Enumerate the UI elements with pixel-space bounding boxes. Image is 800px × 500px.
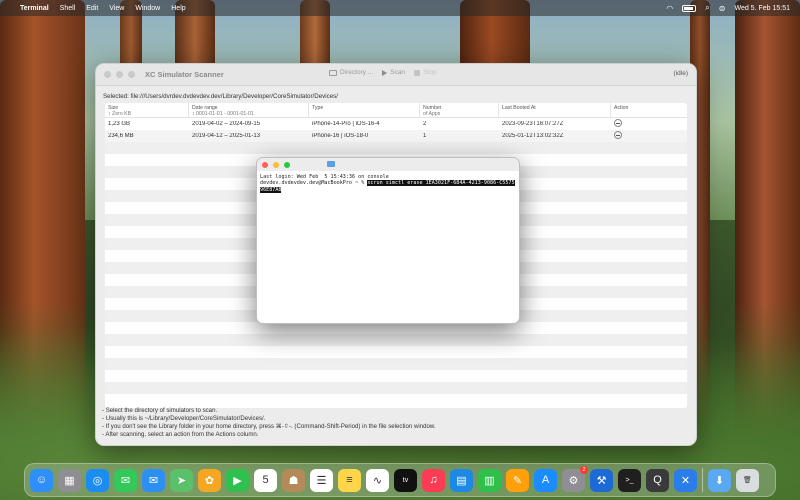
launchpad-icon[interactable]: ▦	[58, 468, 81, 492]
instructions: - Select the directory of simulators to …	[102, 407, 436, 439]
close-button[interactable]	[104, 71, 111, 78]
status-label: (idle)	[673, 70, 688, 77]
window-title: XC Simulator Scanner	[145, 70, 224, 79]
wifi-icon[interactable]: ◠	[666, 4, 673, 13]
safari-icon[interactable]: ◎	[86, 468, 109, 492]
menu-edit[interactable]: Edit	[86, 5, 98, 12]
finder-icon[interactable]: ☺	[30, 468, 53, 492]
zoom-button[interactable]	[284, 161, 290, 168]
app-store-icon[interactable]: A	[534, 468, 557, 492]
selected-path: Selected: file:///Users/dvrdev.dvdevdev.…	[103, 93, 338, 100]
system-settings-icon[interactable]: ⚙ 2	[562, 465, 588, 492]
photos-icon[interactable]: ✿	[198, 468, 221, 492]
keynote-icon[interactable]: ▤	[450, 468, 473, 492]
menu-clock[interactable]: Wed 5. Feb 15:51	[734, 5, 790, 12]
zoom-button[interactable]	[128, 71, 135, 78]
reminders-icon[interactable]: ☰	[310, 468, 333, 492]
minimize-button[interactable]	[273, 161, 279, 168]
search-icon[interactable]: ⌕	[705, 3, 709, 13]
table-row[interactable]: 234,6 MB 2019-04-12 – 2025-01-13 iPhone-…	[105, 130, 687, 142]
terminal-window[interactable]: Last login: Wed Feb 5 15:43:36 on consol…	[256, 157, 520, 324]
folder-icon	[327, 161, 335, 167]
close-button[interactable]	[262, 161, 268, 168]
terminal-icon[interactable]: >_	[618, 468, 641, 492]
column-action[interactable]: Action	[611, 103, 687, 117]
column-number-of-apps[interactable]: Number of Apps	[420, 103, 499, 117]
scan-button[interactable]: Scan	[382, 69, 405, 76]
xcode-icon[interactable]: ⚒	[590, 468, 613, 492]
dock-separator	[702, 468, 703, 492]
terminal-output[interactable]: Last login: Wed Feb 5 15:43:36 on consol…	[257, 171, 519, 196]
folder-icon	[329, 69, 337, 76]
battery-icon[interactable]	[682, 4, 697, 12]
column-last-booted[interactable]: Last Booted At	[499, 103, 611, 117]
dock: ☺ ▦ ◎ ✉ ✉ ➤ ✿ ▶ 5 ☗ ☰ ≡ ∿ tv ♫ ▤ ▥ ✎ A ⚙ 2 ⚒ >_ Q ✕ ⬇ 🗑	[24, 463, 776, 497]
notes-icon[interactable]: ≡	[338, 468, 361, 492]
row-action-button[interactable]	[614, 119, 622, 127]
scanner-titlebar: XC Simulator Scanner Directory ... Scan …	[96, 64, 696, 86]
messages-icon[interactable]: ✉	[114, 468, 137, 492]
row-action-button[interactable]	[614, 131, 622, 139]
menu-bar: Terminal Shell Edit View Window Help ◠ ⌕…	[0, 0, 800, 16]
menu-app-name[interactable]: Terminal	[20, 5, 49, 12]
menu-help[interactable]: Help	[171, 5, 185, 12]
mail-icon[interactable]: ✉	[142, 468, 165, 492]
music-icon[interactable]: ♫	[422, 468, 445, 492]
menu-view[interactable]: View	[109, 5, 124, 12]
menu-shell[interactable]: Shell	[60, 5, 76, 12]
column-type[interactable]: Type	[309, 103, 420, 117]
directory-button[interactable]: Directory ...	[329, 69, 373, 76]
pages-icon[interactable]: ✎	[506, 468, 529, 492]
facetime-icon[interactable]: ▶	[226, 468, 249, 492]
simulator-tools-icon[interactable]: ✕	[674, 468, 697, 492]
table-row[interactable]: 1,23 GB 2019-04-02 – 2024-09-15 iPhone-1…	[105, 118, 687, 130]
notification-badge: 2	[580, 465, 588, 474]
menu-window[interactable]: Window	[135, 5, 160, 12]
quicktime-icon[interactable]: Q	[646, 468, 669, 492]
terminal-titlebar	[257, 158, 519, 171]
calendar-icon[interactable]: 5	[254, 468, 277, 492]
stop-icon	[414, 69, 421, 76]
maps-icon[interactable]: ➤	[170, 468, 193, 492]
column-date-range[interactable]: Date range ↕ 0001-01-01 - 0001-01-01	[189, 103, 309, 117]
play-icon	[382, 69, 388, 76]
freeform-icon[interactable]: ∿	[366, 468, 389, 492]
numbers-icon[interactable]: ▥	[478, 468, 501, 492]
trash-icon[interactable]: 🗑	[736, 468, 759, 492]
contacts-icon[interactable]: ☗	[282, 468, 305, 492]
tv-icon[interactable]: tv	[394, 468, 417, 492]
control-center-icon[interactable]: ⊜	[719, 4, 726, 13]
column-size[interactable]: Size ↕ Zero KB	[105, 103, 189, 117]
downloads-folder-icon[interactable]: ⬇	[708, 468, 731, 492]
stop-button[interactable]: Stop	[414, 69, 436, 76]
table-header: Size ↕ Zero KB Date range ↕ 0001-01-01 -…	[105, 103, 687, 118]
minimize-button[interactable]	[116, 71, 123, 78]
